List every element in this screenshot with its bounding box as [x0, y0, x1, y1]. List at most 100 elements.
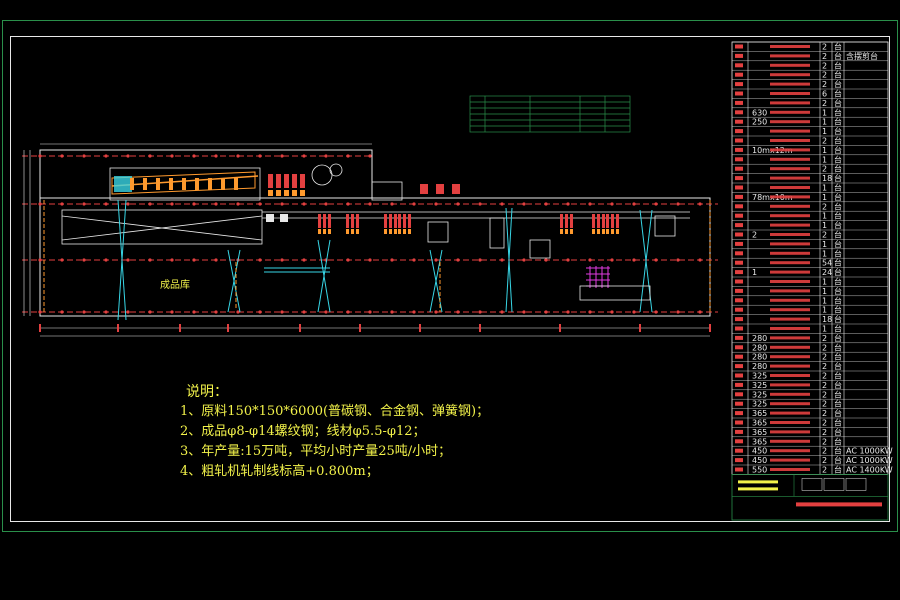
column-dot: [412, 258, 416, 262]
row-index-mark: [735, 251, 743, 256]
row-unit: 台: [834, 295, 842, 305]
design-notes: 说明： 1、原料150*150*6000(普碳钢、合金钢、弹簧钢)； 2、成品φ…: [180, 382, 489, 482]
finishing-stand: [616, 214, 619, 228]
row-name-glyphs: [770, 82, 810, 86]
row-index-mark: [735, 194, 743, 199]
column-dot: [566, 202, 570, 206]
finishing-stand: [403, 214, 406, 228]
row-name-glyphs: [770, 54, 810, 58]
column-dot: [214, 202, 218, 206]
column-dot: [500, 202, 504, 206]
column-dot: [280, 310, 284, 314]
row-index-mark: [735, 157, 743, 162]
title-block-cell: [845, 478, 867, 491]
row-index-mark: [735, 458, 743, 463]
column-dot: [346, 310, 350, 314]
conveyor-lines: [43, 200, 711, 312]
mill-stand: [276, 174, 281, 188]
column-dot: [192, 154, 196, 158]
mill-motor: [268, 190, 273, 196]
row-unit: 台: [834, 220, 842, 230]
row-qty: 1: [822, 193, 827, 202]
equipment-list-table: 2台2台含摆剪台2台2台2台6台2台6301台2501台1台2台10mx12m1…: [731, 42, 893, 521]
column-dot: [324, 154, 328, 158]
row-unit: 台: [834, 305, 842, 315]
row-name-glyphs: [770, 468, 810, 471]
row-index-mark: [735, 373, 743, 378]
row-unit: 台: [834, 117, 842, 127]
row-name: 280: [752, 362, 767, 371]
finishing-stand: [394, 214, 397, 228]
row-qty: 2: [822, 80, 827, 89]
row-index-mark: [735, 307, 743, 312]
row-index-mark: [735, 138, 743, 143]
plant-layout-plan: 2台2台含摆剪台2台2台2台6台2台6301台2501台1台2台10mx12m1…: [22, 42, 893, 521]
row-name-glyphs: [770, 402, 810, 406]
note-line-3: 3、年产量:15万吨，平均小时产量25吨/小时；: [180, 444, 452, 459]
mill-motor: [284, 190, 289, 196]
row-name: 325: [752, 381, 767, 390]
pinch-roll: [420, 184, 428, 194]
column-dot: [214, 310, 218, 314]
row-name-glyphs: [770, 317, 810, 321]
stand-motor: [346, 229, 349, 234]
row-name: 365: [752, 437, 767, 446]
stand-motor: [356, 229, 359, 234]
row-index-mark: [735, 91, 743, 96]
row-index-mark: [735, 63, 743, 68]
row-qty: 2: [822, 202, 827, 211]
column-dot: [390, 310, 394, 314]
pinch-roll: [452, 184, 460, 194]
row-qty: 2: [822, 400, 827, 409]
column-dot: [632, 202, 636, 206]
finishing-stand: [318, 214, 321, 228]
row-qty: 1: [822, 296, 827, 305]
finishing-stand: [560, 214, 563, 228]
stand-motor: [602, 229, 605, 234]
row-name-glyphs: [770, 392, 810, 396]
column-dot: [368, 154, 372, 158]
column-dot: [280, 202, 284, 206]
row-qty: 2: [822, 437, 827, 446]
row-unit: 台: [834, 277, 842, 287]
furnace-burner: [182, 178, 186, 190]
row-name-glyphs: [770, 251, 810, 255]
finishing-stand: [592, 214, 595, 228]
finishing-stand: [602, 214, 605, 228]
row-qty: 2: [822, 137, 827, 146]
row-qty: 2: [822, 409, 827, 418]
stand-motor: [389, 229, 392, 234]
row-qty: 2: [822, 372, 827, 381]
row-unit: 台: [834, 436, 842, 446]
row-index-mark: [735, 288, 743, 293]
shear: [266, 214, 274, 222]
cad-drawing-canvas: 2台2台含摆剪台2台2台2台6台2台6301台2501台1台2台10mx12m1…: [0, 0, 900, 600]
finishing-stand: [408, 214, 411, 228]
row-unit: 台: [834, 201, 842, 211]
row-qty: 1: [822, 155, 827, 164]
row-qty: 2: [822, 61, 827, 70]
column-dot: [38, 310, 42, 314]
finishing-stand: [384, 214, 387, 228]
row-index-mark: [735, 392, 743, 397]
column-dot: [478, 258, 482, 262]
title-glyphs: [738, 480, 778, 484]
column-dot: [192, 258, 196, 262]
row-qty: 2: [822, 456, 827, 465]
column-dot: [82, 310, 86, 314]
finishing-stand: [570, 214, 573, 228]
notes-title: 说明：: [186, 384, 228, 400]
title-block-cell: [823, 478, 845, 491]
dimension-tick: [479, 324, 481, 332]
finishing-stand: [398, 214, 401, 228]
row-index-mark: [735, 382, 743, 387]
column-dot: [544, 258, 548, 262]
mill-stand: [268, 174, 273, 188]
row-unit: 台: [834, 371, 842, 381]
dimension-tick: [709, 324, 711, 332]
row-name-glyphs: [770, 298, 810, 302]
row-name-glyphs: [770, 148, 810, 152]
column-dot: [302, 202, 306, 206]
row-name-glyphs: [770, 233, 810, 236]
row-name: 550: [752, 466, 767, 475]
